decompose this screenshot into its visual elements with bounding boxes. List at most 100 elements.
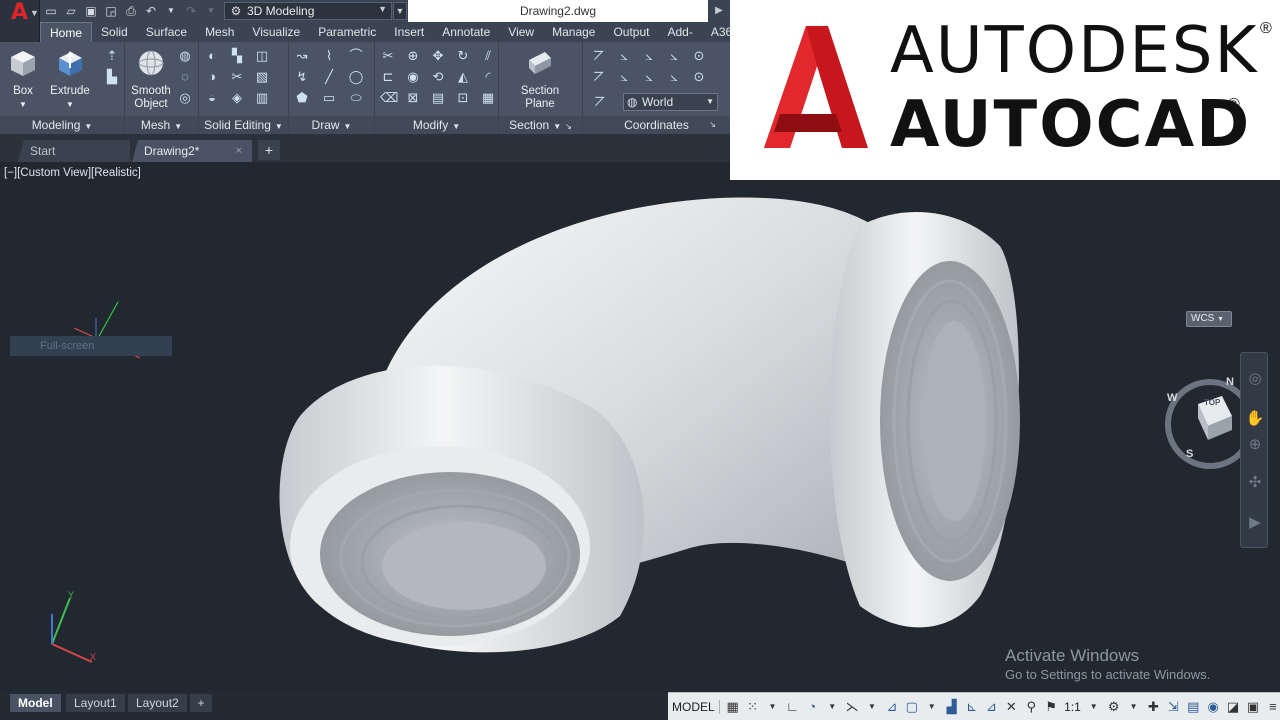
dropdown-icon[interactable]: ▼ <box>825 699 839 715</box>
pipe-elbow-model[interactable] <box>260 186 1040 666</box>
dynamic-ucs-icon[interactable]: ⊿ <box>984 699 998 715</box>
trim-icon[interactable]: ✂ <box>380 48 396 64</box>
refine-mesh-icon[interactable]: ◎ <box>177 90 193 106</box>
new-tab-button[interactable]: + <box>258 140 280 160</box>
copy-icon[interactable]: ⊏ <box>380 69 396 85</box>
ribbon-tab-visualize[interactable]: Visualize <box>243 22 309 42</box>
tab-start[interactable]: Start <box>18 140 130 162</box>
new-file-icon[interactable]: ▭ <box>44 4 58 18</box>
quick-properties-icon[interactable]: ▤ <box>1186 699 1200 715</box>
annotation-monitor-icon[interactable]: ✕ <box>1004 699 1018 715</box>
union-icon[interactable]: ◐ <box>204 48 220 64</box>
3d-rotate-icon[interactable]: ↻ <box>455 48 471 64</box>
ucs-view-icon[interactable]: ⊙ <box>691 48 707 64</box>
ucs-world-icon[interactable]: ⦢ <box>591 94 609 110</box>
spline-icon[interactable]: ⌇ <box>321 48 337 64</box>
rectangle-icon[interactable]: ▭ <box>321 90 337 106</box>
ribbon-tab-mesh[interactable]: Mesh <box>196 22 243 42</box>
pan-hand-icon[interactable]: ✋ <box>1245 409 1265 429</box>
ortho-icon[interactable]: ∟ <box>785 699 799 715</box>
subtract-icon[interactable]: ◑ <box>204 69 220 85</box>
move-icon[interactable]: ✥ <box>430 48 446 64</box>
ucs-face-icon[interactable]: ⦣ <box>641 69 657 85</box>
ucs-3point-icon[interactable]: ⦣ <box>666 69 682 85</box>
3d-move-icon[interactable]: ⊕ <box>405 48 421 64</box>
compass-w-label[interactable]: W <box>1167 392 1177 404</box>
ucs-icon[interactable]: ⦢ <box>591 48 607 64</box>
3d-object-snap-icon[interactable]: ⊾ <box>965 699 979 715</box>
modify-panel-title[interactable]: Modify ▼ <box>375 116 498 134</box>
annotation-visibility-icon[interactable]: ⚲ <box>1024 699 1038 715</box>
application-menu-button[interactable]: A ▼ <box>0 0 40 42</box>
ribbon-tab-insert[interactable]: Insert <box>385 22 433 42</box>
clean-screen-icon[interactable]: ▣ <box>1246 699 1260 715</box>
dialog-launcher-icon[interactable]: ↘ <box>709 116 716 134</box>
draw-panel-title[interactable]: Draw ▼ <box>289 116 374 134</box>
steering-wheel-icon[interactable]: ◎ <box>1245 369 1265 389</box>
imprint-icon[interactable]: ◈ <box>229 90 245 106</box>
close-icon[interactable]: × <box>236 140 242 162</box>
grid-icon[interactable]: ▦ <box>726 699 740 715</box>
undo-dropdown-icon[interactable]: ▼ <box>164 4 178 18</box>
dropdown-icon[interactable]: ▼ <box>865 699 879 715</box>
box-button[interactable]: Box ▼ <box>4 48 42 111</box>
isolate-objects-icon[interactable]: ◉ <box>1206 699 1220 715</box>
object-snap-icon[interactable]: ▢ <box>905 699 919 715</box>
selection-cycling-icon[interactable]: ▟ <box>945 699 959 715</box>
zoom-icon[interactable]: ⊕ <box>1245 435 1265 455</box>
open-folder-icon[interactable]: ▱ <box>64 4 78 18</box>
ribbon-tab-output[interactable]: Output <box>604 22 658 42</box>
ribbon-tab-manage[interactable]: Manage <box>543 22 604 42</box>
dropdown-icon[interactable]: ▼ <box>766 699 780 715</box>
model-space-toggle[interactable]: MODEL <box>672 699 720 714</box>
polyline-icon[interactable]: ↝ <box>294 48 310 64</box>
dialog-launcher-icon[interactable]: ↘ <box>565 122 572 131</box>
modeling-panel-title[interactable]: Modeling ▼ <box>0 116 124 134</box>
chevron-right-icon[interactable]: ▶ <box>708 0 730 22</box>
layout-tab-model[interactable]: Model <box>10 694 61 712</box>
mesh-smooth-more-icon[interactable]: ◍ <box>177 48 193 64</box>
scale-icon[interactable]: ⊡ <box>455 90 471 106</box>
object-snap-tracking-icon[interactable]: ⊿ <box>885 699 899 715</box>
viewport-controls-label[interactable]: [−][Custom View][Realistic] <box>4 167 141 179</box>
redo-dropdown-icon[interactable]: ▼ <box>204 4 218 18</box>
offset-icon[interactable]: ⫽ <box>480 48 496 64</box>
presspull-icon[interactable]: ⇡ <box>104 48 120 64</box>
isodraft-icon[interactable]: ⋋ <box>845 699 859 715</box>
ucs-z-icon[interactable]: ⦣ <box>666 48 682 64</box>
hardware-acceleration-icon[interactable]: ◪ <box>1226 699 1240 715</box>
separate-icon[interactable]: ◫ <box>254 48 270 64</box>
redo-icon[interactable]: ↷ <box>184 4 198 18</box>
undo-icon[interactable]: ↶ <box>144 4 158 18</box>
snap-icon[interactable]: ⁙ <box>746 699 760 715</box>
annotation-scale-icon[interactable]: ⚑ <box>1044 699 1058 715</box>
viewcube-top-label[interactable]: TOP <box>1204 398 1220 407</box>
stretch-icon[interactable]: ▤ <box>430 90 446 106</box>
ribbon-tab-parametric[interactable]: Parametric <box>309 22 385 42</box>
layout-tab-layout2[interactable]: Layout2 <box>128 694 187 712</box>
compass-s-label[interactable]: S <box>1186 448 1193 460</box>
add-layout-button[interactable]: + <box>190 694 212 712</box>
save-as-icon[interactable]: ◲ <box>104 4 118 18</box>
section-panel-title[interactable]: Section ▼ ↘ <box>499 116 582 134</box>
ribbon-tab-annotate[interactable]: Annotate <box>433 22 499 42</box>
customize-qat-button[interactable]: ▼ <box>393 2 407 20</box>
rotate-icon[interactable]: ⟲ <box>430 69 446 85</box>
save-icon[interactable]: ▣ <box>84 4 98 18</box>
interfere-icon[interactable]: ▚ <box>229 48 245 64</box>
ribbon-tab-view[interactable]: View <box>499 22 543 42</box>
wcs-menu-button[interactable]: WCS ▼ <box>1186 311 1232 327</box>
polar-tracking-icon[interactable]: ◔ <box>805 699 819 715</box>
erase-icon[interactable]: ⌫ <box>380 90 398 106</box>
slice-icon[interactable]: ✂ <box>229 69 245 85</box>
polygon-icon[interactable]: ⬟ <box>294 90 310 106</box>
3d-align-icon[interactable]: ◉ <box>405 69 421 85</box>
mesh-panel-title[interactable]: Mesh ▼ <box>125 116 198 134</box>
layout-tab-layout1[interactable]: Layout1 <box>66 694 125 712</box>
coordinates-panel-title[interactable]: Coordinates ↘ <box>583 116 730 134</box>
tab-drawing2[interactable]: Drawing2* × <box>132 140 252 162</box>
fillet-icon[interactable]: ◜ <box>480 69 496 85</box>
fillet-edge-icon[interactable]: ▥ <box>254 90 270 106</box>
array-icon[interactable]: ▦ <box>480 90 496 106</box>
annotate-plus-icon[interactable]: ✚ <box>1147 699 1161 715</box>
